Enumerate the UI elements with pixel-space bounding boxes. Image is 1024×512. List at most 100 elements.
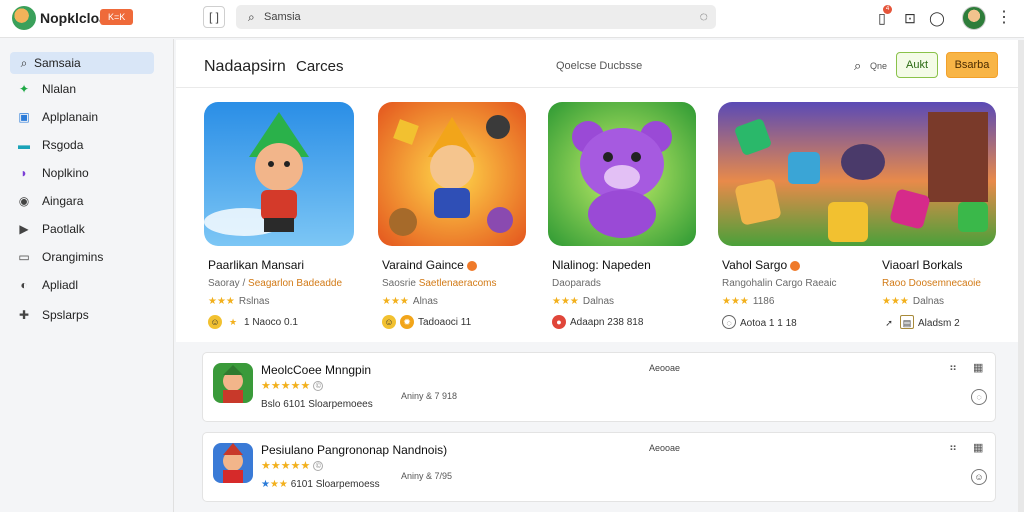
search-icon: ⌕ [20,56,28,70]
game-meta: ➚ ▤ Aladsm 2 [882,315,960,330]
search-bar: ⌕ ◌ [236,5,716,29]
game-title[interactable]: Varaind Gaince [382,258,477,272]
list-item[interactable]: MeolcCoee Mnngpin ★★★★★ © Bslo 6101 Sloar… [202,352,996,422]
camera-icon: ◉ [18,194,30,208]
game-thumbnail[interactable] [548,102,696,246]
game-meta: ☺ ✹ Tadoaoci 11 [382,315,471,329]
row-label: Aeooae [649,443,681,453]
info-icon: © [313,381,324,392]
lock-icon[interactable]: ⊡ [900,8,920,28]
sidebar-item-label: Spslarps [42,308,89,322]
row-info: Aniny & 7/95 [401,471,453,481]
play-icon: ◐ [20,278,28,292]
info-icon: © [313,461,324,472]
sidebar-item-games[interactable]: ✦ Nlalan [10,78,154,100]
search-label[interactable]: Qne [870,61,887,71]
search-icon: ⌕ [248,10,255,24]
sidebar-item-monitor[interactable]: ▭ Orangimins [10,246,154,268]
emoji-icon: ☺ [382,315,396,329]
top-bar: Nopklcloai K=K [ ] ⌕ ◌ ▯ 4 ⊡ ◯ ⋮ [0,0,1024,38]
grid-icon[interactable]: ⠶ [949,441,957,454]
row-meta: Bslo 6101 Sloarpemoees [261,399,373,410]
game-thumbnail[interactable] [378,102,526,246]
monitor-icon: ▭ [18,250,30,264]
sidebar-item-label: Nlalan [42,82,77,96]
emoji-icon[interactable]: ☺ [971,469,987,485]
game-title[interactable]: Vahol Sargo [722,258,801,272]
row-thumbnail[interactable] [213,363,253,403]
gamepad-icon: ✦ [18,82,30,96]
sidebar-item-controller[interactable]: ◗ Noplkino [10,162,154,184]
row-info: Aniny & 7 918 [401,391,458,401]
sidebar-item-label: Samsaia [34,56,81,70]
row-thumbnail[interactable] [213,443,253,483]
row-title[interactable]: MeolcCoee Mnngpin [261,363,371,377]
calendar-icon: ▤ [900,315,914,329]
sidebar-item-video[interactable]: ▶ Paotlalk [10,218,154,240]
row-title[interactable]: Pesiulano Pangrononap Nandnois) [261,443,447,457]
game-meta: ☺ ★ 1 Naoco 0.1 [208,315,298,329]
globe-icon[interactable]: ◯ [927,8,947,28]
sidebar-item-label: Aingara [42,194,84,208]
emoji-icon: ☺ [208,315,222,329]
app-logo[interactable] [12,6,36,30]
game-rating: ★★★ Dalnas [882,296,945,307]
tab-games[interactable]: Carces [296,58,344,75]
list-view-icon[interactable]: ▦ [973,441,983,454]
fire-icon: ✹ [400,315,414,329]
game-subtitle: Raoo Doosemnecaoie [882,278,981,289]
game-thumbnail[interactable] [204,102,354,246]
sidebar-item-label: Orangimins [42,250,104,264]
sidebar-item-label: Apliadl [42,278,79,292]
game-thumbnail[interactable] [718,102,996,246]
video-icon: ▶ [19,222,29,236]
avatar[interactable] [962,6,986,30]
sidebar-item-label: Noplkino [42,166,89,180]
star-icon: ★ [228,317,238,327]
game-rating: ★★★ Dalnas [552,296,615,307]
game-subtitle: Rangohalin Cargo Raeaic [722,278,837,289]
game-rating: ★★★ Rslnas [208,296,270,307]
puzzle-icon: ✚ [18,308,30,322]
game-subtitle: Daoparads [552,278,601,289]
filter-label[interactable]: Qoelcse Ducbsse [556,60,642,72]
add-button[interactable]: Aukt [896,52,938,78]
primary-button[interactable]: Bsarba [946,52,998,78]
tag-icon [790,260,801,271]
game-title[interactable]: Viaoarl Borkals [882,258,962,272]
sidebar-item-camera[interactable]: ◉ Aingara [10,190,154,212]
controller-icon: ◗ [20,166,28,180]
list-view-icon[interactable]: ▦ [973,361,983,374]
row-rating: ★★★★★ © [261,459,324,472]
game-meta: ● Adaapn 238 818 [552,315,643,329]
more-menu-icon[interactable]: ⋮ [994,8,1014,28]
search-input[interactable] [264,8,684,26]
sidebar-item-label: Rsgoda [42,138,84,152]
tag-icon [466,260,477,271]
featured-panel: Nadaapsirn Carces Qoelcse Ducbsse ⌕ Qne … [176,40,1018,342]
sidebar-item-cards[interactable]: ▬ Rsgoda [10,134,154,156]
sidebar-item-play[interactable]: ◐ Apliadl [10,274,154,296]
page-title: Nadaapsirn [204,58,286,75]
notification-badge: 4 [883,5,892,14]
sidebar-item-search[interactable]: ⌕ Samsaia [10,52,154,74]
chat-icon: ◌ [722,315,736,329]
game-title[interactable]: Nlalinog: Napeden [552,258,651,272]
list-item[interactable]: Pesiulano Pangrononap Nandnois) ★★★★★ © ★… [202,432,996,502]
game-rating: ★★★ 1186 [722,296,775,307]
game-rating: ★★★ Alnas [382,296,438,307]
sidebar-item-label: Paotlalk [42,222,85,236]
sidebar-item-puzzle[interactable]: ✚ Spslarps [10,304,154,326]
game-title[interactable]: Paarlikan Mansari [208,258,304,272]
sidebar-toggle-button[interactable]: [ ] [203,6,225,28]
app-badge: K=K [100,9,134,25]
scrollbar[interactable] [1018,40,1024,512]
voice-search-icon[interactable]: ◌ [700,8,708,24]
row-meta: ★★★ 6101 Sloarpemoess [261,479,380,490]
row-rating: ★★★★★ © [261,379,324,392]
divider [176,87,1018,88]
search-icon[interactable]: ⌕ [854,58,861,74]
chat-icon[interactable]: ◌ [971,389,987,405]
grid-icon[interactable]: ⠶ [949,361,957,374]
sidebar-item-apps[interactable]: ▣ Aplplanain [10,106,154,128]
